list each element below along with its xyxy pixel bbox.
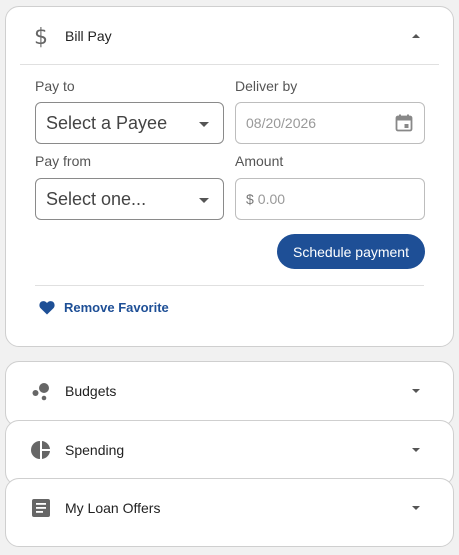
pay-from-value: Select one... (46, 188, 147, 209)
spending-title: Spending (65, 442, 125, 458)
bill-pay-title: Bill Pay (65, 28, 112, 44)
chevron-down-icon[interactable] (412, 448, 420, 452)
amount-label: Amount (235, 153, 284, 169)
calendar-icon[interactable] (395, 114, 413, 132)
currency-prefix: $ (246, 191, 254, 207)
spending-card: Spending (5, 420, 454, 486)
document-icon (30, 497, 52, 519)
amount-placeholder: 0.00 (257, 191, 286, 207)
remove-favorite-label: Remove Favorite (64, 300, 169, 315)
pay-to-label: Pay to (35, 78, 75, 94)
heart-icon (39, 301, 55, 315)
pay-from-label: Pay from (35, 153, 92, 169)
dollar-icon: $ (30, 25, 52, 48)
caret-down-icon (199, 198, 209, 203)
pay-to-select[interactable]: Select a Payee (35, 102, 224, 144)
deliver-by-value: 08/20/2026 (246, 115, 317, 131)
bill-pay-header[interactable]: $ Bill Pay (6, 7, 453, 65)
pay-to-value: Select a Payee (46, 112, 168, 133)
pie-chart-icon (30, 439, 52, 461)
svg-text:$: $ (34, 25, 48, 48)
deliver-by-label: Deliver by (235, 78, 298, 94)
caret-down-icon (199, 122, 209, 127)
divider (35, 285, 424, 286)
remove-favorite-link[interactable]: Remove Favorite (39, 300, 169, 315)
schedule-payment-button[interactable]: Schedule payment (277, 234, 425, 269)
pay-from-select[interactable]: Select one... (35, 178, 224, 220)
chevron-down-icon[interactable] (412, 506, 420, 510)
budgets-header[interactable]: Budgets (6, 362, 453, 420)
loan-offers-header[interactable]: My Loan Offers (6, 479, 453, 537)
bubbles-icon (30, 380, 52, 402)
divider (20, 64, 439, 65)
chevron-down-icon[interactable] (412, 389, 420, 393)
deliver-by-date-field[interactable]: 08/20/2026 (235, 102, 425, 144)
amount-input[interactable]: $ 0.00 (235, 178, 425, 220)
spending-header[interactable]: Spending (6, 421, 453, 479)
budgets-card: Budgets (5, 361, 454, 427)
bill-pay-card: $ Bill Pay Pay to Select a Payee Deliver… (5, 6, 454, 347)
chevron-up-icon[interactable] (412, 34, 420, 38)
budgets-title: Budgets (65, 383, 117, 399)
loan-offers-title: My Loan Offers (65, 500, 161, 516)
loan-offers-card: My Loan Offers (5, 478, 454, 547)
